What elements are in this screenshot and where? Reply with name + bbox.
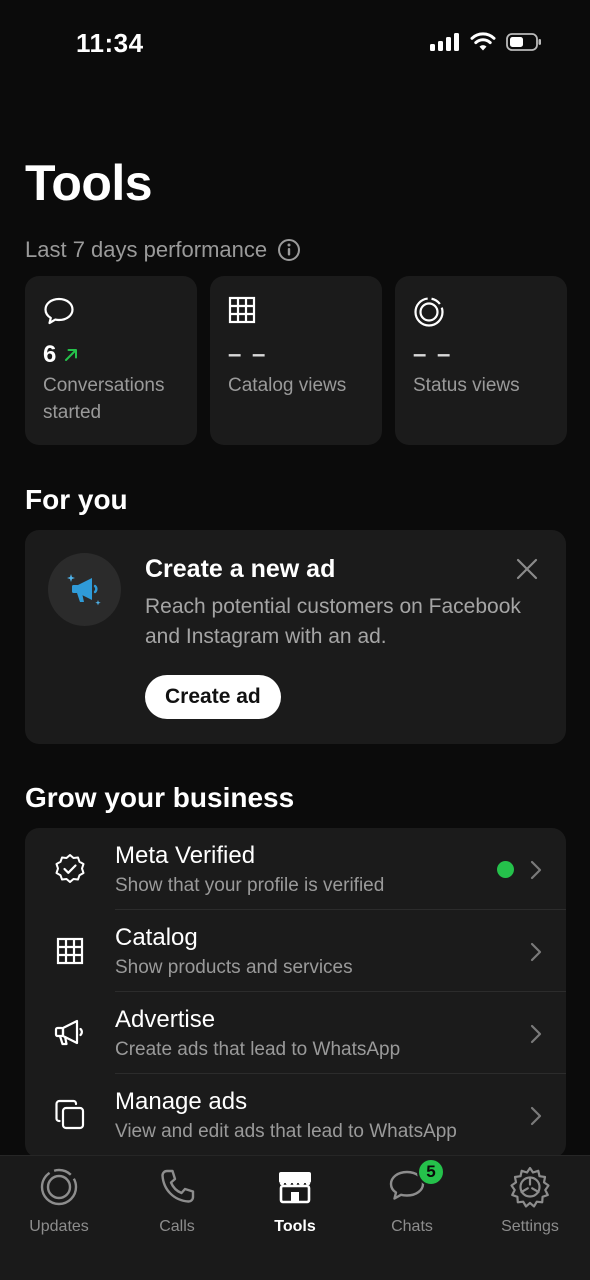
promo-description: Reach potential customers on Facebook an…	[145, 595, 521, 648]
battery-icon	[506, 32, 542, 52]
storefront-icon	[276, 1164, 314, 1210]
megaphone-icon	[53, 1016, 87, 1050]
trend-up-icon	[64, 348, 78, 362]
close-icon[interactable]	[516, 558, 538, 580]
tab-bar: Updates Calls Tools 5 Chats Settings	[0, 1155, 590, 1280]
for-you-heading: For you	[25, 484, 128, 515]
stat-value-row: 6	[43, 340, 179, 370]
status-time: 11:34	[76, 28, 144, 58]
stat-label: Catalog views	[228, 375, 347, 396]
row-subtitle: Show that your profile is verified	[115, 875, 385, 896]
row-subtitle: Show products and services	[115, 957, 353, 978]
tab-label: Tools	[274, 1218, 316, 1235]
phone-icon	[158, 1164, 196, 1210]
stat-value: 6	[43, 341, 57, 368]
stat-empty-value: – –	[228, 341, 268, 368]
performance-heading: Last 7 days performance	[25, 237, 301, 263]
create-ad-button[interactable]: Create ad	[145, 675, 281, 719]
tab-tools[interactable]: Tools	[240, 1164, 350, 1244]
unread-badge: 5	[417, 1158, 445, 1186]
stat-card-conversations[interactable]: 6 Conversations started	[25, 276, 197, 445]
list-item-catalog[interactable]: Catalog Show products and services	[25, 910, 566, 992]
status-dot	[497, 861, 514, 878]
promo-title: Create a new ad	[145, 555, 336, 583]
tab-calls[interactable]: Calls	[122, 1164, 232, 1244]
tab-settings[interactable]: Settings	[475, 1164, 585, 1244]
row-title: Manage ads	[115, 1088, 248, 1115]
chevron-right-icon	[530, 860, 542, 880]
chats-icon: 5	[387, 1158, 445, 1210]
tab-label: Calls	[159, 1218, 195, 1235]
updates-icon	[39, 1164, 79, 1210]
row-subtitle: Create ads that lead to WhatsApp	[115, 1039, 401, 1060]
status-bar: 11:34	[0, 0, 590, 90]
stat-value-row: – –	[228, 340, 364, 370]
stat-label: Status views	[413, 375, 520, 396]
page-title: Tools	[25, 155, 153, 211]
stat-label: Conversations started	[43, 375, 165, 423]
row-title: Advertise	[115, 1006, 216, 1033]
tab-chats[interactable]: 5 Chats	[357, 1158, 467, 1244]
list-item-advertise[interactable]: Advertise Create ads that lead to WhatsA…	[25, 992, 566, 1074]
chevron-right-icon	[530, 1024, 542, 1044]
row-title: Catalog	[115, 924, 198, 951]
stat-value-row: – –	[413, 340, 549, 370]
row-title: Meta Verified	[115, 842, 256, 869]
stat-card-status[interactable]: – – Status views	[395, 276, 567, 445]
create-ad-card: Create a new ad Reach potential customer…	[25, 530, 566, 744]
verified-badge-icon	[53, 852, 87, 886]
tab-updates[interactable]: Updates	[4, 1164, 114, 1244]
stat-empty-value: – –	[413, 341, 453, 368]
copy-icon	[53, 1098, 87, 1132]
grid-icon	[228, 296, 364, 330]
signal-icon	[430, 33, 460, 51]
performance-heading-label: Last 7 days performance	[25, 237, 268, 262]
info-icon[interactable]	[277, 238, 301, 262]
chevron-right-icon	[530, 1106, 542, 1126]
chat-bubble-icon	[43, 296, 179, 330]
status-ring-icon	[413, 296, 549, 330]
stat-card-catalog[interactable]: – – Catalog views	[210, 276, 382, 445]
tab-label: Updates	[29, 1218, 89, 1235]
megaphone-icon	[48, 553, 121, 626]
status-icons	[430, 32, 542, 52]
grow-business-heading: Grow your business	[25, 782, 295, 813]
tab-label: Chats	[391, 1218, 433, 1235]
gear-icon	[509, 1164, 551, 1210]
grid-icon	[53, 934, 87, 968]
wifi-icon	[470, 32, 496, 52]
list-item-meta-verified[interactable]: Meta Verified Show that your profile is …	[25, 828, 566, 910]
grow-business-list: Meta Verified Show that your profile is …	[25, 828, 566, 1158]
list-item-manage-ads[interactable]: Manage ads View and edit ads that lead t…	[25, 1074, 566, 1156]
performance-cards: 6 Conversations started – – Catalog view…	[25, 276, 567, 445]
tab-label: Settings	[501, 1218, 559, 1235]
chevron-right-icon	[530, 942, 542, 962]
row-subtitle: View and edit ads that lead to WhatsApp	[115, 1121, 457, 1142]
